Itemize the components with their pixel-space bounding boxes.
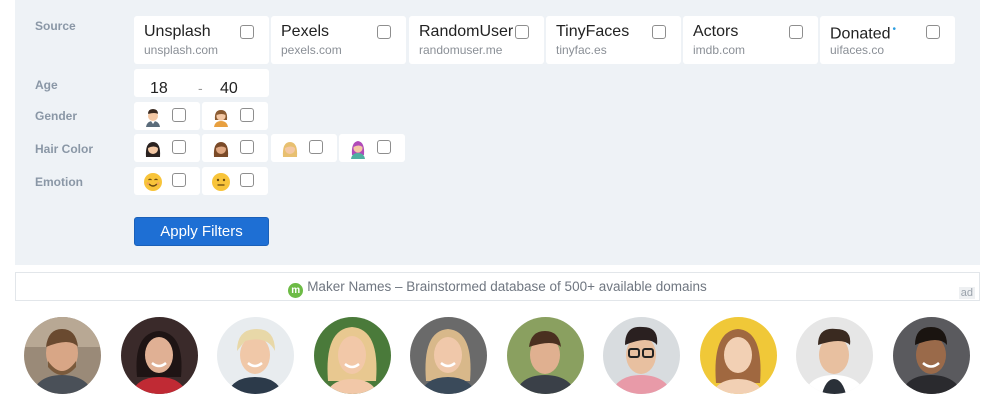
emotion-label: Emotion — [35, 175, 83, 189]
source-option-actors[interactable]: Actors imdb.com — [683, 16, 818, 64]
source-name: Unsplash — [144, 23, 211, 40]
emotion-option-neutral[interactable] — [202, 167, 268, 195]
source-checkbox-actors[interactable] — [789, 25, 803, 39]
avatar[interactable] — [24, 317, 101, 394]
hair-checkbox-blonde[interactable] — [309, 140, 323, 154]
filters-panel: Source Age Gender Hair Color Emotion Uns… — [15, 0, 980, 265]
avatar[interactable] — [893, 317, 970, 394]
brown-hair-icon — [213, 142, 229, 157]
hair-checkbox-colored[interactable] — [377, 140, 391, 154]
source-name: Actors — [693, 23, 739, 40]
avatar-photo — [603, 317, 680, 394]
female-icon — [214, 110, 228, 127]
avatar[interactable] — [796, 317, 873, 394]
age-separator: - — [198, 80, 203, 96]
source-name: RandomUser — [419, 23, 514, 40]
age-range-input[interactable]: 18 - 40 — [134, 69, 269, 97]
source-checkbox-tinyfaces[interactable] — [652, 25, 666, 39]
avatar[interactable] — [507, 317, 584, 394]
blonde-hair-icon — [282, 142, 298, 157]
colored-hair-icon — [351, 141, 365, 159]
hair-option-colored[interactable] — [339, 134, 405, 162]
apply-filters-button[interactable]: Apply Filters — [134, 217, 269, 246]
source-url: tinyfac.es — [556, 43, 607, 57]
age-label: Age — [35, 78, 58, 92]
avatar-photo — [217, 317, 294, 394]
source-url: uifaces.co — [830, 43, 885, 57]
source-url: pexels.com — [281, 43, 342, 57]
male-icon — [146, 109, 160, 127]
emotion-checkbox-neutral[interactable] — [240, 173, 254, 187]
hair-option-black[interactable] — [134, 134, 200, 162]
gender-checkbox-male[interactable] — [172, 108, 186, 122]
source-name: TinyFaces — [556, 23, 630, 40]
emotion-checkbox-happy[interactable] — [172, 173, 186, 187]
avatar[interactable] — [410, 317, 487, 394]
source-url: imdb.com — [693, 43, 746, 57]
avatar-photo — [700, 317, 777, 394]
ad-content[interactable]: m Maker Names – Brainstormed database of … — [16, 279, 979, 298]
emotion-option-happy[interactable] — [134, 167, 200, 195]
age-max-field[interactable]: 40 — [220, 80, 238, 98]
avatar-photo — [121, 317, 198, 394]
maker-names-logo-icon: m — [288, 283, 304, 298]
happy-face-icon — [144, 173, 162, 191]
sponsored-ad-bar[interactable]: m Maker Names – Brainstormed database of … — [15, 272, 980, 301]
source-option-pexels[interactable]: Pexels pexels.com — [271, 16, 406, 64]
hair-checkbox-black[interactable] — [172, 140, 186, 154]
avatar[interactable] — [700, 317, 777, 394]
avatar-photo — [24, 317, 101, 394]
avatar[interactable] — [121, 317, 198, 394]
ad-tag: ad — [958, 287, 975, 299]
source-checkbox-pexels[interactable] — [377, 25, 391, 39]
source-checkbox-unsplash[interactable] — [240, 25, 254, 39]
source-checkbox-donated[interactable] — [926, 25, 940, 39]
hair-option-brown[interactable] — [202, 134, 268, 162]
source-name: Pexels — [281, 23, 330, 40]
source-option-unsplash[interactable]: Unsplash unsplash.com — [134, 16, 269, 64]
source-option-donated[interactable]: Donated • uifaces.co — [820, 16, 955, 64]
ad-text[interactable]: Maker Names – Brainstormed database of 5… — [307, 279, 707, 294]
avatar[interactable] — [217, 317, 294, 394]
hair-checkbox-brown[interactable] — [240, 140, 254, 154]
avatar-photo — [410, 317, 487, 394]
avatar-photo — [314, 317, 391, 394]
source-option-tinyfaces[interactable]: TinyFaces tinyfac.es — [546, 16, 681, 64]
source-option-randomuser[interactable]: RandomUser randomuser.me — [409, 16, 544, 64]
source-label: Source — [35, 19, 76, 33]
avatar[interactable] — [603, 317, 680, 394]
source-name: Donated • — [830, 24, 897, 43]
hair-color-label: Hair Color — [35, 142, 94, 156]
gender-label: Gender — [35, 109, 78, 123]
source-url: randomuser.me — [419, 43, 503, 57]
avatar-photo — [893, 317, 970, 394]
source-checkbox-randomuser[interactable] — [515, 25, 529, 39]
hair-option-blonde[interactable] — [271, 134, 337, 162]
avatar[interactable] — [314, 317, 391, 394]
neutral-face-icon — [212, 173, 230, 191]
black-hair-icon — [145, 142, 161, 157]
age-min-field[interactable]: 18 — [150, 80, 168, 98]
avatar-photo — [507, 317, 584, 394]
source-url: unsplash.com — [144, 43, 219, 57]
gender-checkbox-female[interactable] — [240, 108, 254, 122]
new-dot-icon: • — [892, 24, 897, 35]
avatar-photo — [796, 317, 873, 394]
gender-option-male[interactable] — [134, 102, 200, 130]
gender-option-female[interactable] — [202, 102, 268, 130]
